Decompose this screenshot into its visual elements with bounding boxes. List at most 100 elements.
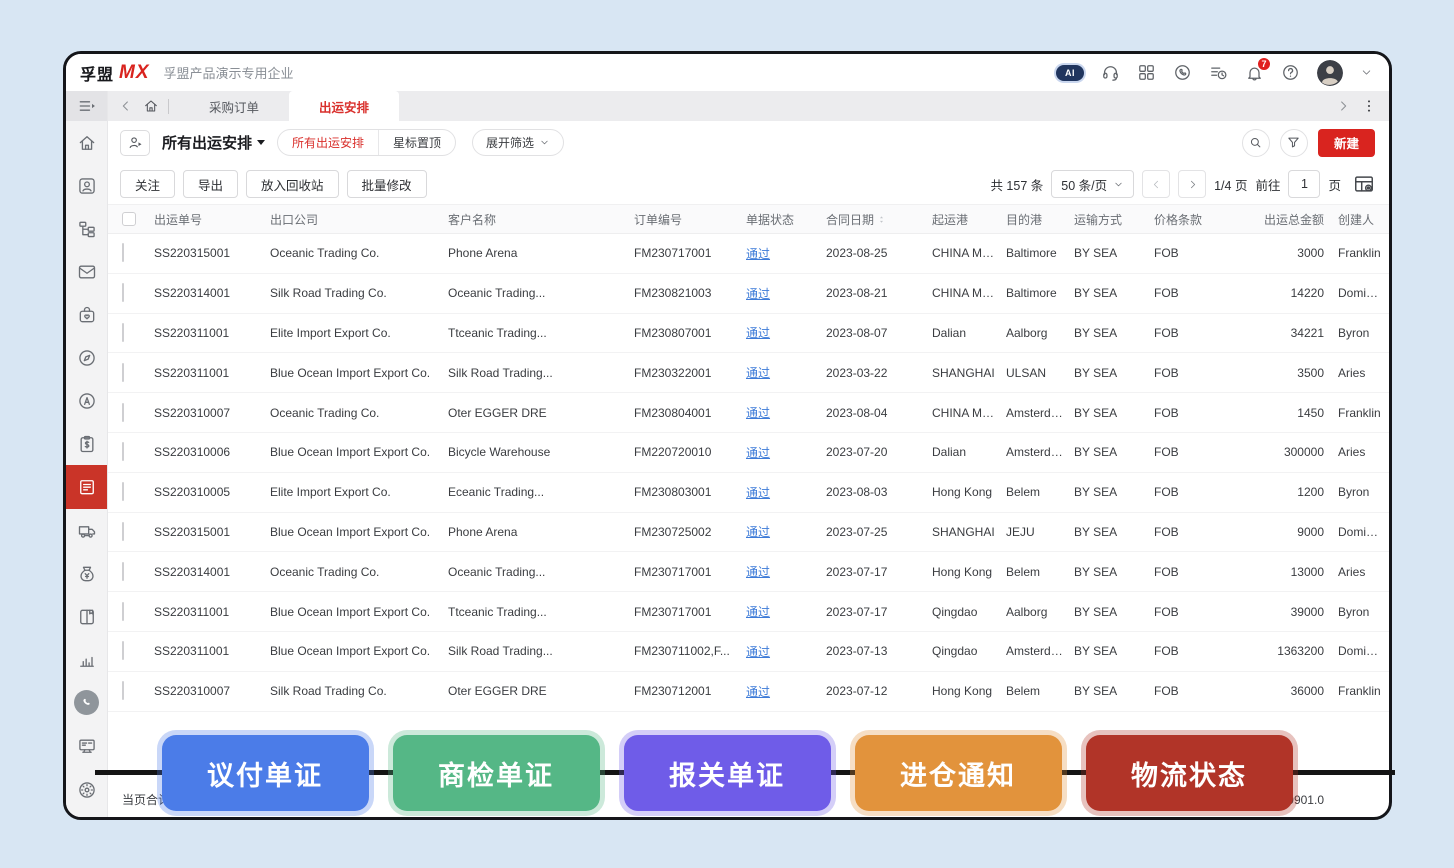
table-row[interactable]: SS220310006Blue Ocean Import Export Co.B…: [108, 433, 1389, 473]
table-row[interactable]: SS220314001Silk Road Trading Co.Oceanic …: [108, 274, 1389, 314]
sidebar-item-money-bag[interactable]: [66, 552, 107, 595]
caret-down-icon: [257, 140, 265, 145]
sidebar-item-collapse[interactable]: [66, 91, 107, 121]
notifications-button[interactable]: 7: [1245, 63, 1264, 82]
apps-grid-icon[interactable]: [1137, 63, 1156, 82]
flow-button-5[interactable]: 物流状态: [1086, 735, 1293, 811]
sidebar-item-notebook[interactable]: [66, 595, 107, 638]
status-link[interactable]: 通过: [746, 446, 770, 460]
status-link[interactable]: 通过: [746, 685, 770, 699]
select-all-checkbox[interactable]: [122, 212, 136, 226]
filter-pill-2[interactable]: 星标置顶: [378, 130, 455, 155]
table-row[interactable]: SS220315001Blue Ocean Import Export Co.P…: [108, 513, 1389, 553]
status-link[interactable]: 通过: [746, 247, 770, 261]
filter-bar: 所有出运安排 所有出运安排星标置顶 展开筛选 新建: [108, 121, 1389, 164]
sidebar-item-truck[interactable]: [66, 509, 107, 552]
action-button-1[interactable]: 关注: [120, 170, 175, 198]
row-checkbox[interactable]: [122, 482, 124, 501]
row-checkbox[interactable]: [122, 243, 124, 262]
table-row[interactable]: SS220310007Silk Road Trading Co.Oter EGG…: [108, 672, 1389, 712]
cell-price_term: FOB: [1154, 644, 1232, 658]
row-checkbox[interactable]: [122, 283, 124, 302]
next-page-button[interactable]: [1178, 170, 1206, 198]
row-checkbox[interactable]: [122, 562, 124, 581]
column-settings-icon[interactable]: [1353, 173, 1375, 195]
help-icon[interactable]: [1281, 63, 1300, 82]
sidebar-item-contact[interactable]: [66, 164, 107, 207]
table-row[interactable]: SS220310007Oceanic Trading Co.Oter EGGER…: [108, 393, 1389, 433]
page-size-select[interactable]: 50 条/页: [1051, 170, 1134, 198]
table-row[interactable]: SS220310005Elite Import Export Co.Eceani…: [108, 473, 1389, 513]
action-button-2[interactable]: 导出: [183, 170, 238, 198]
sidebar-item-bag[interactable]: [66, 293, 107, 336]
row-checkbox[interactable]: [122, 522, 124, 541]
back-chevron-icon[interactable]: [118, 98, 134, 114]
sidebar-item-home[interactable]: [66, 121, 107, 164]
status-link[interactable]: 通过: [746, 366, 770, 380]
new-button[interactable]: 新建: [1318, 129, 1375, 157]
user-avatar[interactable]: [1317, 60, 1343, 86]
tab-bar: 采购订单出运安排: [108, 91, 1389, 121]
whatsapp-icon[interactable]: [1173, 63, 1192, 82]
table-row[interactable]: SS220311001Blue Ocean Import Export Co.S…: [108, 353, 1389, 393]
cell-dest: Aalborg: [1006, 605, 1074, 619]
flow-button-4[interactable]: 进仓通知: [855, 735, 1062, 811]
expand-filter-button[interactable]: 展开筛选: [472, 129, 564, 156]
sidebar-item-invoice[interactable]: [66, 465, 107, 509]
table-row[interactable]: SS220315001Oceanic Trading Co.Phone Aren…: [108, 234, 1389, 274]
table-row[interactable]: SS220311001Elite Import Export Co.Ttcean…: [108, 314, 1389, 354]
sidebar-item-phone[interactable]: [66, 681, 107, 724]
tab-2[interactable]: 出运安排: [289, 91, 399, 121]
row-checkbox[interactable]: [122, 681, 124, 700]
status-link[interactable]: 通过: [746, 525, 770, 539]
cell-exporter: Oceanic Trading Co.: [270, 406, 448, 420]
prev-page-button[interactable]: [1142, 170, 1170, 198]
status-link[interactable]: 通过: [746, 486, 770, 500]
cell-order_no: FM230717001: [634, 565, 746, 579]
flow-button-2[interactable]: 商检单证: [393, 735, 600, 811]
row-checkbox[interactable]: [122, 403, 124, 422]
filter-pill-1[interactable]: 所有出运安排: [278, 130, 378, 155]
cell-status: 通过: [746, 683, 826, 700]
flow-button-3[interactable]: 报关单证: [624, 735, 831, 811]
sidebar-item-bar-chart[interactable]: [66, 638, 107, 681]
status-link[interactable]: 通过: [746, 565, 770, 579]
status-link[interactable]: 通过: [746, 645, 770, 659]
cell-transport: BY SEA: [1074, 644, 1154, 658]
ai-badge[interactable]: AI: [1056, 65, 1084, 81]
status-link[interactable]: 通过: [746, 326, 770, 340]
status-link[interactable]: 通过: [746, 605, 770, 619]
table-row[interactable]: SS220314001Oceanic Trading Co.Oceanic Tr…: [108, 552, 1389, 592]
cell-customer: Phone Arena: [448, 246, 634, 260]
table-row[interactable]: SS220311001Blue Ocean Import Export Co.S…: [108, 632, 1389, 672]
goto-page-input[interactable]: [1288, 170, 1320, 198]
sidebar-item-circle-a[interactable]: [66, 379, 107, 422]
row-checkbox[interactable]: [122, 602, 124, 621]
more-menu-icon[interactable]: [1361, 98, 1377, 114]
flow-button-1[interactable]: 议付单证: [162, 735, 369, 811]
sidebar-item-clipboard-dollar[interactable]: [66, 422, 107, 465]
task-history-icon[interactable]: [1209, 63, 1228, 82]
tab-1[interactable]: 采购订单: [179, 91, 289, 121]
search-button[interactable]: [1242, 129, 1270, 157]
view-title[interactable]: 所有出运安排: [162, 132, 265, 153]
action-button-4[interactable]: 批量修改: [347, 170, 427, 198]
chevron-down-icon[interactable]: [1360, 66, 1373, 79]
row-checkbox[interactable]: [122, 323, 124, 342]
sidebar-item-compass[interactable]: [66, 336, 107, 379]
home-tab-icon[interactable]: [143, 98, 159, 114]
action-button-3[interactable]: 放入回收站: [246, 170, 339, 198]
row-checkbox[interactable]: [122, 641, 124, 660]
sidebar-item-org[interactable]: [66, 207, 107, 250]
status-link[interactable]: 通过: [746, 287, 770, 301]
status-link[interactable]: 通过: [746, 406, 770, 420]
forward-chevron-icon[interactable]: [1335, 98, 1351, 114]
sidebar-item-mail[interactable]: [66, 250, 107, 293]
filter-button[interactable]: [1280, 129, 1308, 157]
row-checkbox[interactable]: [122, 442, 124, 461]
headset-icon[interactable]: [1101, 63, 1120, 82]
table-row[interactable]: SS220311001Blue Ocean Import Export Co.T…: [108, 592, 1389, 632]
view-switch-button[interactable]: [120, 130, 150, 156]
row-checkbox[interactable]: [122, 363, 124, 382]
sort-icon[interactable]: [877, 215, 886, 224]
